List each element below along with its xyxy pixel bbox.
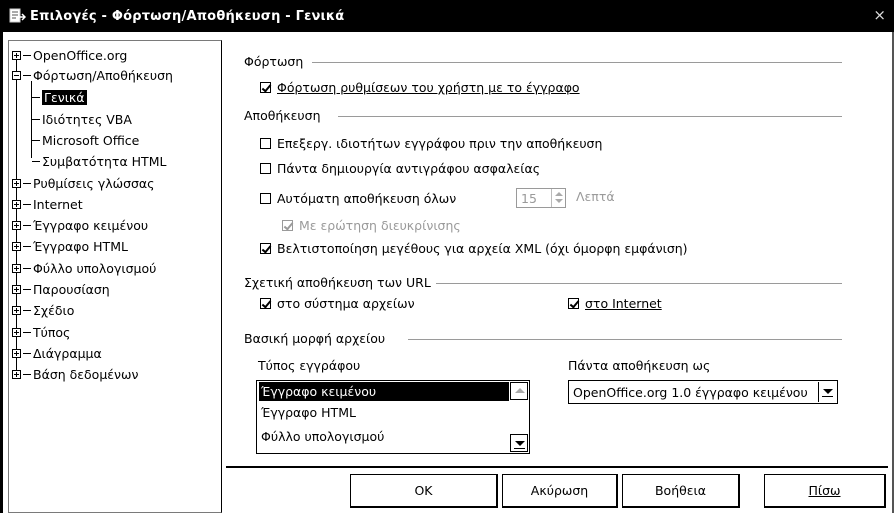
dialog-buttons: OK Ακύρωση Βοήθεια Πίσω xyxy=(0,474,894,510)
checkbox-unchecked-icon[interactable] xyxy=(260,163,271,174)
expand-plus-icon[interactable] xyxy=(12,178,21,188)
help-button[interactable]: Βοήθεια xyxy=(622,474,740,508)
autosave-checkbox[interactable]: Αυτόματη αποθήκευση όλων xyxy=(260,191,456,206)
expand-plus-icon[interactable] xyxy=(12,348,21,358)
section-relative-heading: Σχετική αποθήκευση των URL xyxy=(244,275,431,290)
collapse-minus-icon[interactable] xyxy=(12,70,21,80)
app-icon xyxy=(8,7,27,25)
back-button[interactable]: Πίσω xyxy=(764,474,886,508)
checkbox-checked-icon[interactable] xyxy=(260,243,271,254)
backup-copy-checkbox[interactable]: Πάντα δημιουργία αντιγράφου ασφαλείας xyxy=(260,161,540,176)
tree-item-text-doc[interactable]: Έγγραφο κειμένου xyxy=(12,215,148,235)
tree-item-language[interactable]: Ρυθμίσεις γλώσσας xyxy=(12,173,155,193)
listbox-scrollbar[interactable] xyxy=(510,382,528,452)
doctype-listbox[interactable]: Έγγραφο κειμένου Έγγραφο HTML Φύλλο υπολ… xyxy=(256,380,530,454)
cancel-button[interactable]: Ακύρωση xyxy=(502,474,618,508)
expand-plus-icon[interactable] xyxy=(12,220,21,230)
always-save-dropdown[interactable]: OpenOffice.org 1.0 έγγραφο κειμένου xyxy=(568,380,838,404)
checkbox-checked-icon[interactable] xyxy=(260,82,271,93)
expand-plus-icon[interactable] xyxy=(12,327,21,337)
section-save-heading: Αποθήκευση xyxy=(244,108,321,123)
tree-item-internet[interactable]: Internet xyxy=(12,194,83,214)
checkbox-checked-icon[interactable] xyxy=(568,298,579,309)
options-tree[interactable]: OpenOffice.org Φόρτωση/Αποθήκευση Γενικά… xyxy=(8,40,222,513)
tree-item-spreadsheet[interactable]: Φύλλο υπολογισμού xyxy=(12,258,156,278)
scroll-down-icon[interactable] xyxy=(510,434,528,452)
tree-item-drawing[interactable]: Σχέδιο xyxy=(12,300,74,320)
checkbox-unchecked-icon[interactable] xyxy=(260,193,271,204)
checkbox-unchecked-icon[interactable] xyxy=(260,138,271,149)
tree-item-formula[interactable]: Τύπος xyxy=(12,322,70,342)
checkbox-checked-icon[interactable] xyxy=(260,298,271,309)
autosave-minutes-spinner[interactable]: 15 xyxy=(516,188,566,208)
expand-plus-icon[interactable] xyxy=(12,369,21,379)
section-divider xyxy=(436,283,842,284)
expand-plus-icon[interactable] xyxy=(12,263,21,273)
expand-plus-icon[interactable] xyxy=(12,284,21,294)
content-divider xyxy=(226,466,888,468)
window-title: Επιλογές - Φόρτωση/Αποθήκευση - Γενικά xyxy=(30,8,345,24)
section-divider xyxy=(312,62,842,63)
expand-plus-icon[interactable] xyxy=(12,199,21,209)
spin-up-icon[interactable] xyxy=(555,192,563,196)
tree-item-openoffice[interactable]: OpenOffice.org xyxy=(12,45,127,65)
section-load-heading: Φόρτωση xyxy=(244,54,304,69)
tree-item-chart[interactable]: Διάγραμμα xyxy=(12,343,102,363)
always-save-label: Πάντα αποθήκευση ως xyxy=(568,358,711,373)
tree-item-presentation[interactable]: Παρουσίαση xyxy=(12,279,110,299)
relative-internet-checkbox[interactable]: στο Internet xyxy=(568,296,662,311)
list-item[interactable]: Έγγραφο κειμένου xyxy=(259,382,509,401)
doctype-label: Τύπος εγγράφου xyxy=(258,358,361,373)
spinner-arrows-icon[interactable] xyxy=(551,189,565,207)
spin-down-icon[interactable] xyxy=(555,199,563,203)
list-item[interactable]: Έγγραφο HTML xyxy=(259,403,509,422)
scroll-up-icon[interactable] xyxy=(510,382,528,400)
expand-plus-icon[interactable] xyxy=(12,241,21,251)
autosave-unit-label: Λεπτά xyxy=(576,189,615,204)
chevron-down-icon[interactable] xyxy=(818,382,836,402)
section-format-heading: Βασική μορφή αρχείου xyxy=(244,331,386,346)
section-divider xyxy=(408,339,842,340)
ok-button[interactable]: OK xyxy=(350,474,498,508)
tree-item-database[interactable]: Βάση δεδομένων xyxy=(12,364,138,384)
expand-plus-icon[interactable] xyxy=(12,50,21,60)
prompt-checkbox[interactable]: Με ερώτηση διευκρίνισης xyxy=(282,218,461,233)
tree-item-vba[interactable]: Ιδιότητες VBA xyxy=(32,109,132,129)
tree-item-html-compat[interactable]: Συμβατότητα HTML xyxy=(32,151,166,171)
title-bar: Επιλογές - Φόρτωση/Αποθήκευση - Γενικά × xyxy=(0,0,894,32)
checkbox-checked-icon[interactable] xyxy=(282,220,293,231)
section-divider xyxy=(338,116,842,117)
tree-item-general[interactable]: Γενικά xyxy=(32,87,87,107)
expand-plus-icon[interactable] xyxy=(12,305,21,315)
list-item[interactable]: Φύλλο υπολογισμού xyxy=(259,427,509,446)
load-user-settings-checkbox[interactable]: Φόρτωση ρυθμίσεων του χρήστη με το έγγρα… xyxy=(260,80,580,95)
window-frame-left xyxy=(0,32,3,513)
tree-item-load-save[interactable]: Φόρτωση/Αποθήκευση xyxy=(12,65,173,85)
options-panel: Φόρτωση Φόρτωση ρυθμίσεων του χρήστη με … xyxy=(226,40,886,468)
xml-size-checkbox[interactable]: Βελτιστοποίηση μεγέθους για αρχεία XML (… xyxy=(260,241,688,256)
edit-properties-checkbox[interactable]: Επεξεργ. ιδιοτήτων εγγράφου πριν την απο… xyxy=(260,136,602,151)
tree-item-ms-office[interactable]: Microsoft Office xyxy=(32,130,139,150)
tree-item-label-selected: Γενικά xyxy=(42,89,87,105)
relative-filesystem-checkbox[interactable]: στο σύστημα αρχείων xyxy=(260,296,415,311)
close-icon[interactable]: × xyxy=(873,6,886,24)
tree-item-html-doc[interactable]: Έγγραφο HTML xyxy=(12,236,128,256)
